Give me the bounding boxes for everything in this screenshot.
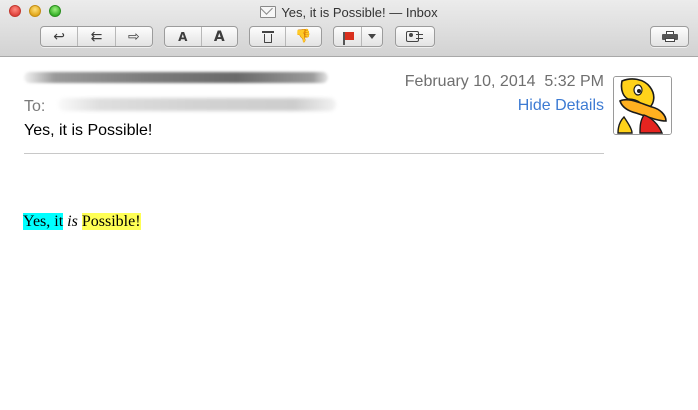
chevron-down-icon bbox=[368, 34, 377, 39]
printer-icon bbox=[661, 31, 678, 42]
reply-button[interactable]: ↩ bbox=[41, 27, 77, 46]
envelope-icon bbox=[260, 6, 277, 18]
forward-icon: ⇨ bbox=[127, 28, 140, 45]
message-date: February 10, 2014 5:32 PM bbox=[404, 73, 604, 90]
body-text-cyan: Yes, it bbox=[23, 213, 64, 230]
title-toolbar: Yes, it is Possible! — Inbox ↩ ⇇ ⇨ A A 👎 bbox=[0, 0, 698, 57]
forward-button[interactable]: ⇨ bbox=[114, 27, 152, 46]
smaller-font-button[interactable]: A bbox=[165, 27, 201, 46]
message-body: Yes, it is Possible! bbox=[23, 213, 141, 231]
body-text-yellow: Possible! bbox=[81, 213, 141, 230]
delete-button[interactable] bbox=[250, 27, 285, 46]
flag-menu-button[interactable] bbox=[361, 27, 382, 46]
print-button[interactable] bbox=[651, 27, 688, 46]
recipient-redacted bbox=[58, 98, 336, 111]
mail-message-window: Yes, it is Possible! — Inbox ↩ ⇇ ⇨ A A 👎… bbox=[0, 0, 698, 410]
window-title: Yes, it is Possible! — Inbox bbox=[0, 3, 698, 21]
window-title-text: Yes, it is Possible! — Inbox bbox=[281, 4, 438, 20]
reply-group: ↩ ⇇ ⇨ bbox=[40, 26, 153, 47]
trash-icon bbox=[261, 30, 274, 43]
flag-icon bbox=[342, 31, 354, 45]
reply-all-button[interactable]: ⇇ bbox=[77, 27, 114, 46]
add-contact-button[interactable] bbox=[396, 27, 434, 46]
delete-junk-group: 👎 bbox=[249, 26, 322, 47]
print-group bbox=[650, 26, 689, 47]
reply-all-icon: ⇇ bbox=[90, 28, 103, 45]
font-size-group: A A bbox=[164, 26, 238, 47]
smaller-font-label: A bbox=[178, 29, 188, 44]
flag-group bbox=[333, 26, 383, 47]
reply-icon: ↩ bbox=[53, 28, 66, 45]
body-text-italic: is bbox=[67, 213, 78, 230]
add-contact-icon bbox=[406, 30, 424, 43]
thumbs-down-icon: 👎 bbox=[295, 29, 312, 44]
add-contact-group bbox=[395, 26, 435, 47]
hide-details-link[interactable]: Hide Details bbox=[518, 97, 604, 115]
larger-font-button[interactable]: A bbox=[200, 27, 238, 46]
larger-font-label: A bbox=[213, 28, 225, 45]
cartoon-duck-avatar-icon bbox=[614, 77, 671, 134]
sender-avatar[interactable] bbox=[613, 76, 672, 135]
flag-button[interactable] bbox=[334, 27, 361, 46]
message-subject: Yes, it is Possible! bbox=[24, 122, 153, 139]
sender-redacted bbox=[24, 72, 328, 83]
to-label: To: bbox=[24, 98, 46, 115]
junk-button[interactable]: 👎 bbox=[285, 27, 321, 46]
header-divider bbox=[24, 153, 604, 154]
